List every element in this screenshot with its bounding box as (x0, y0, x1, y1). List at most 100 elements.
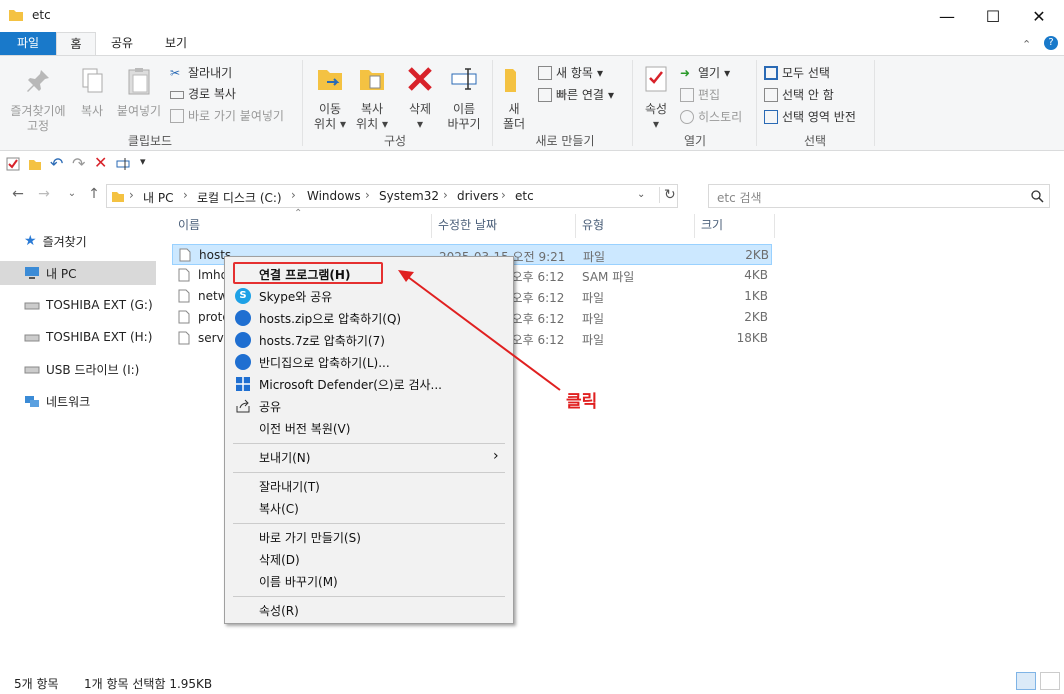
menu-restore-versions[interactable]: 이전 버전 복원(V) (227, 417, 511, 439)
customize-qa-dropdown[interactable]: ▾ (140, 155, 146, 168)
column-header-name[interactable]: 이름 (172, 214, 432, 238)
up-arrow-icon[interactable]: ↑ (84, 186, 104, 206)
column-header-date[interactable]: 수정한 날짜 (432, 214, 576, 238)
nav-item-network[interactable]: 네트워크 (0, 389, 156, 413)
menu-cut[interactable]: 잘라내기(T) (227, 475, 511, 497)
nav-item-toshiba-h[interactable]: TOSHIBA EXT (H:) (0, 325, 156, 349)
address-dropdown-icon[interactable]: ⌄ (637, 189, 645, 200)
menu-delete[interactable]: 삭제(D) (227, 548, 511, 570)
copy-to-button[interactable]: 복사 위치 ▾ (350, 64, 394, 132)
search-input[interactable]: etc 검색 (717, 189, 762, 206)
forward-arrow-icon[interactable]: → (34, 186, 54, 206)
tab-file[interactable]: 파일 (0, 32, 56, 56)
rename-button[interactable]: 이름 바꾸기 (442, 64, 486, 132)
invert-selection-button[interactable]: 선택 영역 반전 (764, 108, 856, 125)
easy-access-icon (538, 87, 552, 102)
submenu-arrow-icon: › (493, 448, 499, 464)
paste-shortcut-button[interactable]: 바로 가기 붙여넣기 (170, 107, 284, 124)
crumb-drivers[interactable]: drivers (457, 189, 499, 203)
undo-icon[interactable]: ↶ (50, 154, 63, 173)
open-button[interactable]: ➜ 열기 ▾ (680, 64, 730, 81)
large-icons-view-icon[interactable] (1040, 672, 1060, 690)
paste-button[interactable]: 붙여넣기 (114, 66, 164, 119)
select-group-label: 선택 (803, 134, 827, 148)
details-view-icon[interactable] (1016, 672, 1036, 690)
copy-path-button[interactable]: 경로 복사 (170, 85, 236, 102)
copy-button[interactable]: 복사 (72, 66, 112, 119)
pin-quick-access-button[interactable]: 즐겨찾기에 고정 (6, 66, 70, 134)
nav-label: TOSHIBA EXT (H:) (46, 330, 153, 344)
column-header-size[interactable]: 크기 (695, 214, 775, 238)
window-title: etc (32, 8, 51, 22)
history-button[interactable]: 히스토리 (680, 108, 742, 125)
cut-button[interactable]: ✂ 잘라내기 (170, 64, 232, 81)
bandizip-icon (235, 332, 251, 348)
nav-item-this-pc[interactable]: 내 PC (0, 261, 156, 285)
file-type: 파일 (582, 291, 605, 305)
open-icon: ➜ (680, 65, 691, 80)
crumb-system32[interactable]: System32 (379, 189, 439, 203)
close-button[interactable]: ✕ (1016, 0, 1062, 32)
tab-share[interactable]: 공유 (100, 32, 144, 56)
help-icon[interactable]: ? (1044, 36, 1058, 50)
new-folder-button[interactable]: 새 폴더 (496, 64, 532, 132)
crumb-etc[interactable]: etc (515, 189, 534, 203)
menu-label: 보내기(N) (259, 450, 311, 465)
rename-qa-icon[interactable] (116, 157, 130, 171)
crumb-this-pc[interactable]: 내 PC (143, 189, 173, 206)
tab-view[interactable]: 보기 (154, 32, 198, 56)
menu-rename[interactable]: 이름 바꾸기(M) (227, 570, 511, 592)
edit-button[interactable]: 편집 (680, 86, 720, 103)
properties-button[interactable]: 속성 ▾ (638, 64, 674, 132)
file-size: 18KB (736, 331, 768, 345)
new-item-button[interactable]: 새 항목 ▾ (538, 64, 603, 81)
minimize-button[interactable]: — (924, 0, 970, 32)
tab-home[interactable]: 홈 (56, 32, 96, 56)
search-box[interactable]: etc 검색 (708, 184, 1050, 208)
menu-send-to[interactable]: 보내기(N) › (227, 446, 511, 468)
select-all-button[interactable]: 모두 선택 (764, 64, 830, 81)
properties-check-icon[interactable] (6, 157, 20, 171)
menu-create-shortcut[interactable]: 바로 가기 만들기(S) (227, 526, 511, 548)
quick-access-toolbar: ↶ ↷ ✕ ▾ (0, 152, 300, 178)
delete-qa-icon[interactable]: ✕ (94, 153, 107, 172)
invert-label: 선택 영역 반전 (782, 110, 856, 124)
ribbon-divider (302, 60, 303, 146)
select-none-button[interactable]: 선택 안 함 (764, 86, 834, 103)
invert-selection-icon (764, 109, 778, 124)
move-to-button[interactable]: 이동 위치 ▾ (308, 64, 352, 132)
menu-properties[interactable]: 속성(R) (227, 599, 511, 621)
nav-item-toshiba-g[interactable]: TOSHIBA EXT (G:) (0, 293, 156, 317)
file-icon (178, 331, 190, 345)
new-folder-qa-icon[interactable] (28, 157, 42, 171)
nav-item-quick-access[interactable]: ★ 즐겨찾기 (0, 229, 156, 253)
ribbon-collapse-icon[interactable]: ⌃ (1022, 38, 1031, 51)
back-arrow-icon[interactable]: ← (8, 186, 28, 206)
edit-label: 편집 (698, 88, 721, 102)
recent-dropdown-icon[interactable]: ⌄ (62, 188, 82, 208)
properties-label: 속성 (644, 102, 668, 116)
ribbon-divider (632, 60, 633, 146)
refresh-icon[interactable]: ↻ (659, 187, 676, 203)
menu-separator (233, 472, 505, 473)
address-folder-icon (112, 192, 124, 202)
menu-label: 복사(C) (259, 501, 299, 516)
delete-x-icon (408, 67, 432, 91)
drive-icon (24, 334, 40, 342)
nav-item-usb-drive[interactable]: USB 드라이브 (I:) (0, 357, 156, 381)
highlight-box (233, 262, 383, 284)
maximize-button[interactable]: ☐ (970, 0, 1016, 32)
crumb-windows[interactable]: Windows (307, 189, 361, 203)
easy-access-button[interactable]: 빠른 연결 ▾ (538, 86, 614, 103)
move-folder-icon (318, 70, 342, 90)
annotation-arrow-icon (398, 270, 561, 391)
redo-icon[interactable]: ↷ (72, 154, 85, 173)
column-header-type[interactable]: 유형 (576, 214, 695, 238)
menu-label: 삭제(D) (259, 552, 300, 567)
delete-button[interactable]: 삭제 ▾ (398, 64, 442, 132)
drive-icon (24, 302, 40, 310)
scissors-icon: ✂ (170, 65, 181, 80)
menu-copy[interactable]: 복사(C) (227, 497, 511, 519)
address-bar[interactable]: › 내 PC › 로컬 디스크 (C:) › Windows › System3… (106, 184, 678, 208)
crumb-local-disk[interactable]: 로컬 디스크 (C:) (197, 189, 282, 206)
